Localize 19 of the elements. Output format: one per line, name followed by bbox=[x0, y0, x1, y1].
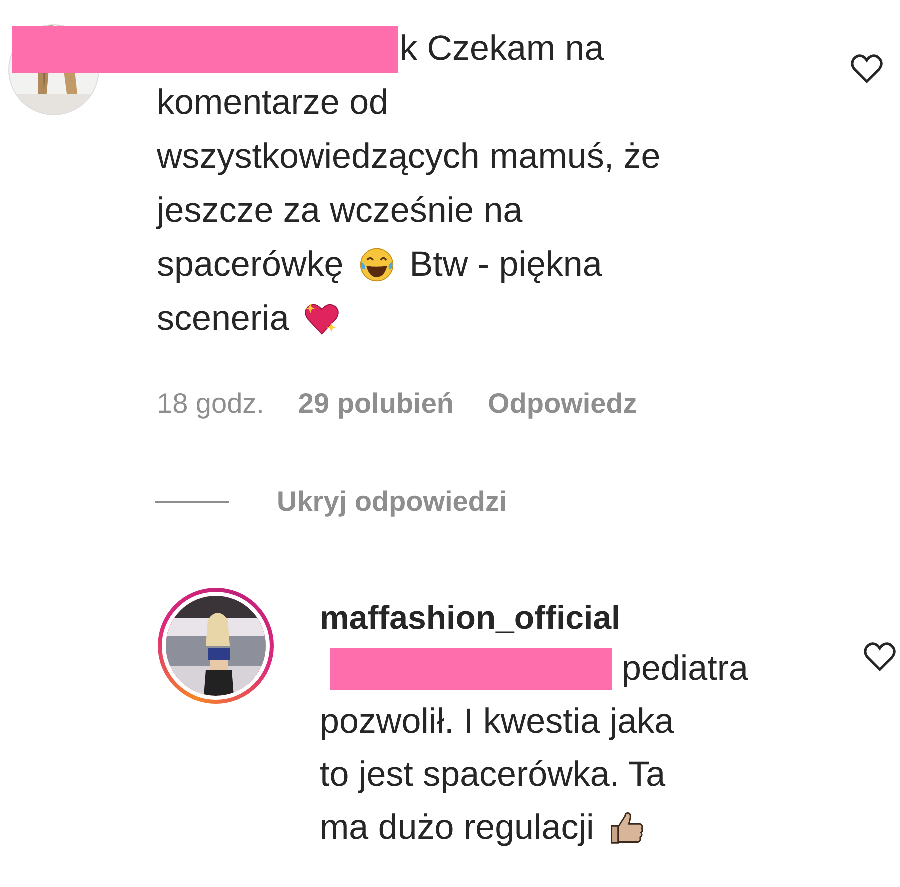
comment-text: wszystkowiedzących mamuś, że bbox=[157, 136, 661, 178]
comment-text: ma dużo regulacji bbox=[320, 807, 594, 849]
comment-text: Btw - piękna bbox=[410, 244, 602, 286]
comment-text: pediatra bbox=[622, 648, 748, 690]
username[interactable]: maffashion_official bbox=[320, 594, 770, 642]
comment-text: komentarze od bbox=[157, 82, 389, 124]
comment-text: sceneria bbox=[157, 298, 290, 340]
comment-text: pozwolił. I kwestia jaka bbox=[320, 701, 674, 743]
comment-text: k Czekam na bbox=[400, 28, 604, 70]
reply-button[interactable]: Odpowiedz bbox=[488, 388, 638, 420]
timestamp: 18 godz. bbox=[157, 388, 264, 420]
comment-text: spacerówkę bbox=[157, 244, 344, 286]
likes-count[interactable]: 29 polubień bbox=[298, 388, 454, 420]
laughing-emoji-icon bbox=[358, 246, 396, 284]
heart-icon[interactable] bbox=[863, 640, 897, 674]
comment-text: jeszcze za wcześnie na bbox=[157, 190, 523, 232]
heart-icon[interactable] bbox=[850, 52, 884, 86]
hide-replies-button[interactable]: Ukryj odpowiedzi bbox=[277, 486, 508, 518]
comment-text: to jest spacerówka. Ta bbox=[320, 754, 666, 796]
